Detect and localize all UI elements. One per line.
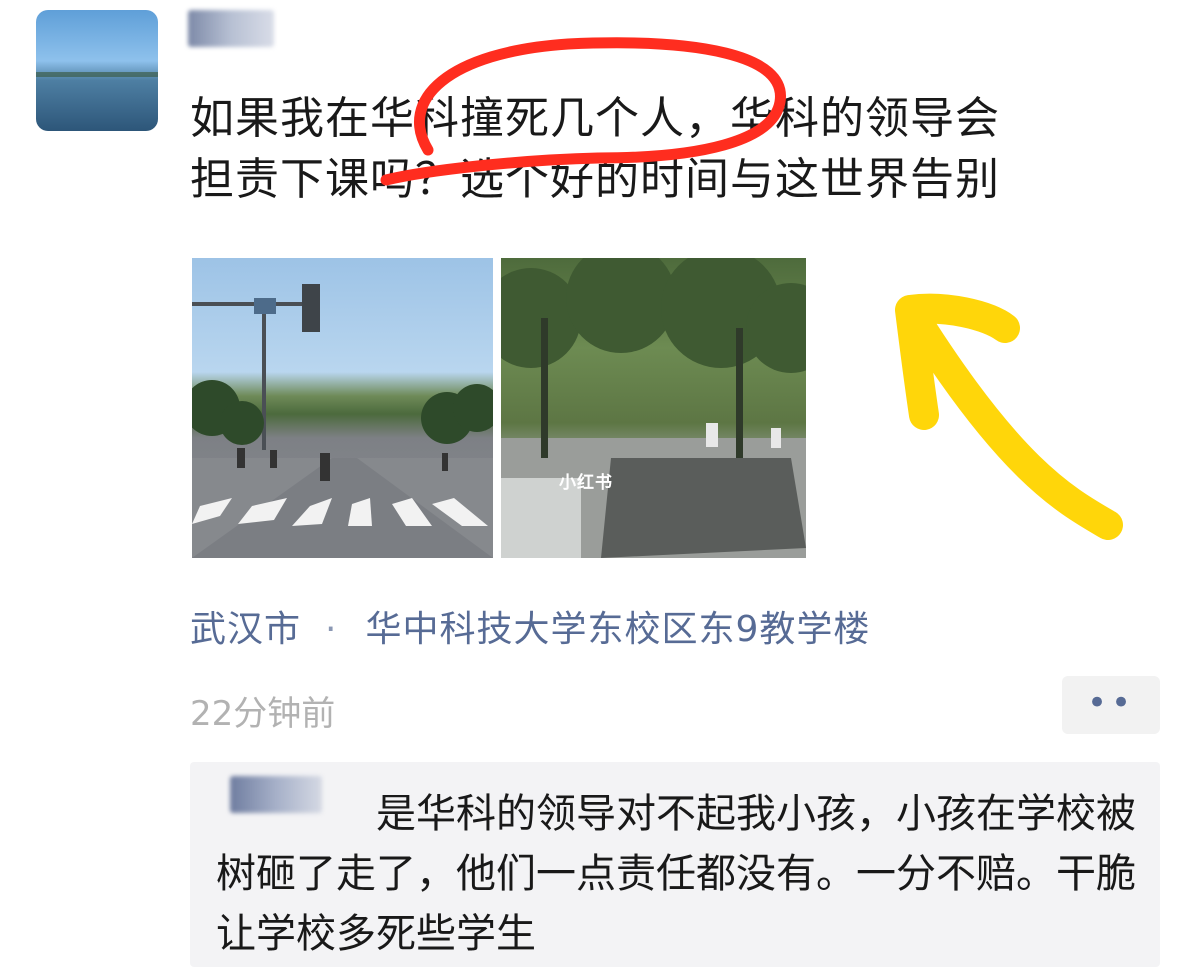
post-time: 22分钟前 bbox=[190, 694, 336, 734]
avatar[interactable] bbox=[36, 10, 158, 131]
more-button[interactable]: •• bbox=[1062, 676, 1160, 734]
location-city[interactable]: 武汉市 bbox=[190, 609, 301, 650]
post-photo-1[interactable] bbox=[192, 258, 493, 558]
photo-watermark: 小红书 bbox=[559, 473, 613, 493]
blurred-username[interactable] bbox=[188, 10, 274, 47]
more-icon: •• bbox=[1086, 683, 1136, 723]
post-text: 如果我在华科撞死几个人，华科的领导会 担责下课吗？选个好的时间与这世界告别 bbox=[190, 93, 1000, 205]
location-link[interactable]: 武汉市 · 华中科技大学东校区东9教学楼 bbox=[190, 600, 870, 652]
comment-text[interactable]: 是华科的领导对不起我小孩，小孩在学校被树砸了走了，他们一点责任都没有。一分不赔。… bbox=[216, 784, 1152, 964]
post-photo-2[interactable]: 小红书 bbox=[501, 258, 806, 558]
location-separator: · bbox=[325, 609, 338, 650]
comment-section: 是华科的领导对不起我小孩，小孩在学校被树砸了走了，他们一点责任都没有。一分不赔。… bbox=[190, 762, 1160, 967]
yellow-arrow-annotation bbox=[895, 293, 1123, 540]
location-place[interactable]: 华中科技大学东校区东9教学楼 bbox=[365, 609, 870, 650]
